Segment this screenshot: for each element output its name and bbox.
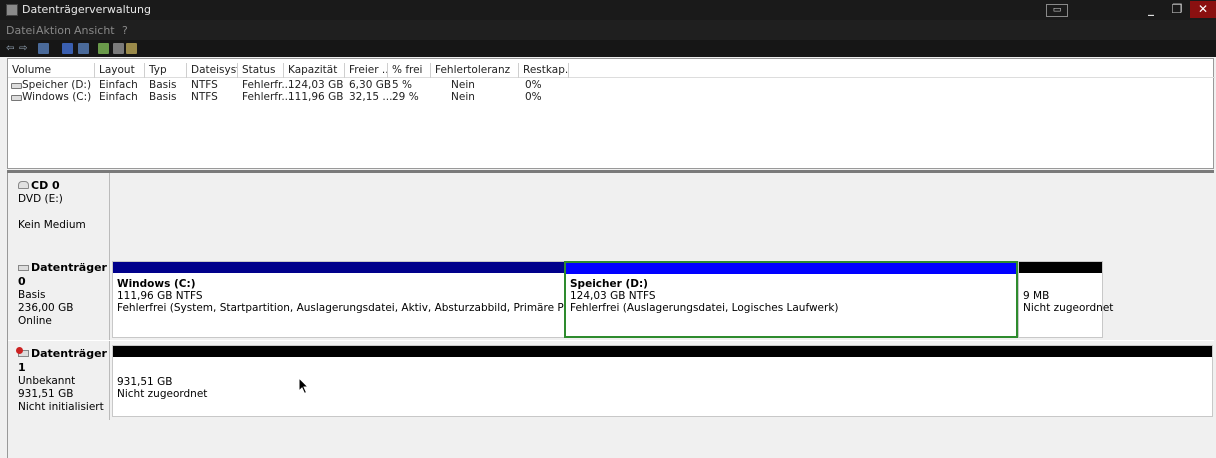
disk0-label[interactable]: Datenträger 0 Basis 236,00 GB Online [9, 255, 110, 340]
cell-dateisystem: NTFS [191, 91, 218, 103]
partition-unallocated-9mb[interactable]: 9 MB Nicht zugeordnet [1018, 261, 1113, 338]
cell-restkapazitaet: 0% [525, 91, 542, 103]
partition-speicher-d[interactable]: Speicher (D:) 124,03 GB NTFS Fehlerfrei … [564, 261, 1018, 338]
disk-drive-icon [18, 265, 29, 271]
partition-color-bar [113, 346, 1212, 357]
disk1-status: Nicht initialisiert [18, 401, 104, 413]
cell-kapazitaet: 111,96 GB [288, 91, 344, 103]
drive-icon [11, 95, 22, 101]
column-fehlertoleranz[interactable]: Fehlertoleranz [431, 63, 519, 78]
empty-area [8, 420, 1215, 458]
cd0-drive-letter: DVD (E:) [18, 193, 63, 205]
cd0-media-status: Kein Medium [18, 219, 86, 231]
disk-warning-icon [16, 347, 29, 357]
cell-typ: Basis [149, 79, 177, 91]
disk-icon[interactable] [98, 43, 109, 54]
minimize-button[interactable]: _ [1138, 1, 1164, 18]
disk-map: CD 0 DVD (E:) Kein Medium Datenträger 0 … [7, 173, 1215, 458]
partition-info: 9 MB Nicht zugeordnet [1019, 278, 1113, 314]
cell-status: Fehlerfr... [242, 79, 292, 91]
restore-side-icon[interactable]: ▭ [1046, 4, 1068, 17]
menu-bar: Datei Aktion Ansicht ? [0, 20, 1216, 40]
partition-name: Speicher (D:) [570, 278, 648, 290]
menu-ansicht[interactable]: Ansicht [74, 24, 115, 37]
cell-volume: Windows (C:) [22, 91, 92, 103]
partition-status: Nicht zugeordnet [1023, 302, 1114, 314]
list-header: Volume Layout Typ Dateisyst... Status Ka… [8, 63, 1215, 78]
partition-info: 931,51 GB Nicht zugeordnet [113, 376, 207, 400]
maximize-button[interactable]: ❐ [1164, 1, 1190, 18]
partition-info: Windows (C:) 111,96 GB NTFS Fehlerfrei (… [113, 278, 605, 314]
partition-size: 111,96 GB NTFS [117, 290, 203, 302]
column-typ[interactable]: Typ [145, 63, 187, 78]
partition-color-bar [566, 263, 1016, 274]
cd0-label[interactable]: CD 0 DVD (E:) Kein Medium [9, 173, 110, 255]
disk1-size: 931,51 GB [18, 388, 74, 400]
cd-drive-icon [18, 181, 29, 189]
menu-help[interactable]: ? [122, 24, 128, 37]
column-status[interactable]: Status [238, 63, 284, 78]
partition-size: 9 MB [1023, 290, 1050, 302]
window-title: Datenträgerverwaltung [22, 3, 151, 16]
cell-freier-speicher: 6,30 GB [349, 79, 392, 91]
partition-size: 124,03 GB NTFS [570, 290, 656, 302]
disk1-name: Datenträger 1 [18, 347, 107, 374]
partition-name: Windows (C:) [117, 278, 196, 290]
cell-typ: Basis [149, 91, 177, 103]
partition-size: 931,51 GB [117, 376, 173, 388]
help-icon[interactable] [62, 43, 73, 54]
column-restkapazitaet[interactable]: Restkap... [519, 63, 569, 78]
cell-status: Fehlerfr... [242, 91, 292, 103]
cell-restkapazitaet: 0% [525, 79, 542, 91]
cell-kapazitaet: 124,03 GB [288, 79, 344, 91]
partition-status: Nicht zugeordnet [117, 388, 208, 400]
disk0-type: Basis [18, 289, 46, 301]
disk0-status: Online [18, 315, 52, 327]
partition-color-bar [113, 262, 565, 273]
close-button[interactable]: ✕ [1190, 1, 1216, 18]
cell-fehlertoleranz: Nein [451, 91, 475, 103]
cell-prozent-frei: 5 % [392, 79, 412, 91]
cell-prozent-frei: 29 % [392, 91, 419, 103]
menu-aktion[interactable]: Aktion [36, 24, 71, 37]
column-prozent-frei[interactable]: % frei [388, 63, 431, 78]
partition-unallocated-disk1[interactable]: 931,51 GB Nicht zugeordnet [112, 345, 1213, 417]
drive-icon [11, 83, 22, 89]
disk1-label[interactable]: Datenträger 1 Unbekannt 931,51 GB Nicht … [9, 341, 110, 420]
column-volume[interactable]: Volume [8, 63, 95, 78]
console-tree-icon[interactable] [38, 43, 49, 54]
partition-color-bar [1019, 262, 1102, 273]
cell-layout: Einfach [99, 91, 138, 103]
disk0-size: 236,00 GB [18, 302, 74, 314]
cell-dateisystem: NTFS [191, 79, 218, 91]
partition-windows-c[interactable]: Windows (C:) 111,96 GB NTFS Fehlerfrei (… [112, 261, 605, 338]
cell-volume: Speicher (D:) [22, 79, 92, 91]
settings-icon[interactable] [113, 43, 124, 54]
menu-datei[interactable]: Datei [6, 24, 35, 37]
cd0-row [8, 173, 1215, 255]
cell-layout: Einfach [99, 79, 138, 91]
column-layout[interactable]: Layout [95, 63, 145, 78]
mouse-cursor-icon [298, 377, 310, 395]
cd0-name: CD 0 [31, 179, 60, 192]
partition-status: Fehlerfrei (Auslagerungsdatei, Logisches… [570, 302, 839, 314]
checklist-icon[interactable] [126, 43, 137, 54]
disk0-name: Datenträger 0 [18, 261, 107, 288]
column-dateisystem[interactable]: Dateisyst... [187, 63, 238, 78]
title-bar: Datenträgerverwaltung ▭ _ ❐ ✕ [0, 0, 1216, 20]
toolbar: ⇦ ⇨ [0, 40, 1216, 57]
disk-management-icon [6, 4, 18, 16]
column-freier-speicher[interactable]: Freier ... [345, 63, 388, 78]
partition-status: Fehlerfrei (System, Startpartition, Ausl… [117, 302, 606, 314]
cell-freier-speicher: 32,15 ... [349, 91, 393, 103]
volume-list: Volume Layout Typ Dateisyst... Status Ka… [7, 58, 1215, 169]
properties-icon[interactable] [78, 43, 89, 54]
cell-fehlertoleranz: Nein [451, 79, 475, 91]
partition-info: Speicher (D:) 124,03 GB NTFS Fehlerfrei … [566, 278, 839, 314]
column-kapazitaet[interactable]: Kapazität [284, 63, 345, 78]
forward-arrow-icon[interactable]: ⇨ [19, 43, 30, 54]
back-arrow-icon[interactable]: ⇦ [6, 43, 17, 54]
disk1-type: Unbekannt [18, 375, 76, 387]
